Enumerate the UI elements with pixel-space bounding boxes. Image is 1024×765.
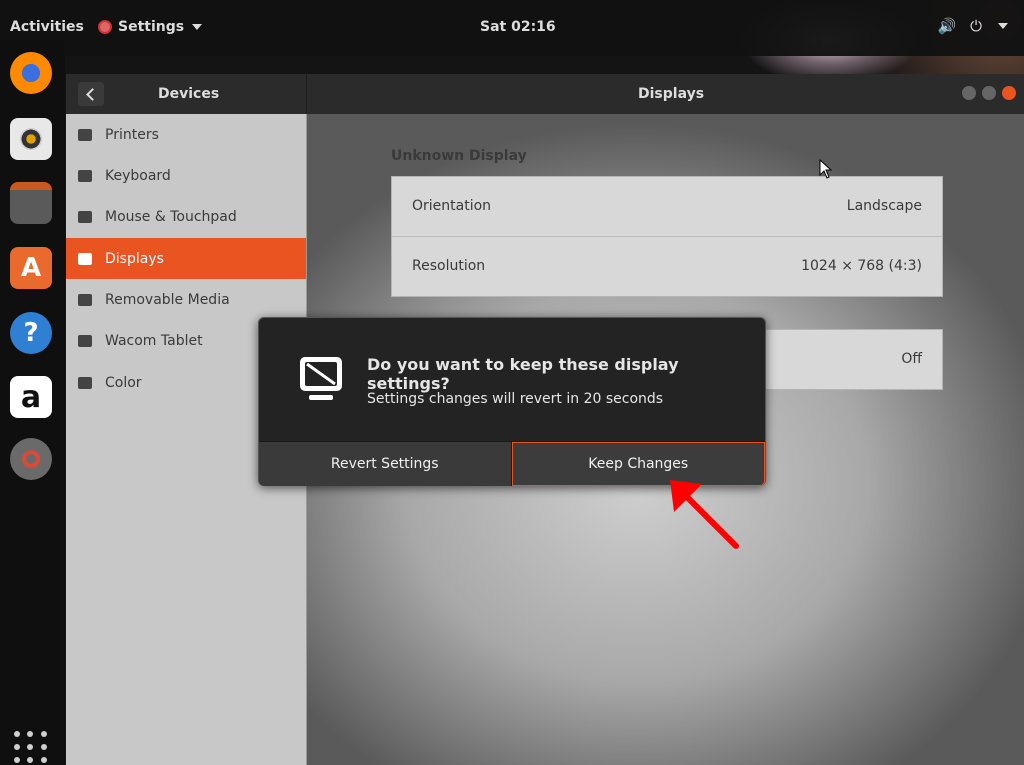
- chevron-left-icon: [86, 87, 99, 101]
- sidebar-item-label: Color: [105, 374, 142, 391]
- keyboard-icon: [78, 169, 92, 182]
- sidebar-title: Devices: [158, 86, 220, 102]
- printer-icon: [78, 128, 92, 141]
- app-menu[interactable]: Settings: [98, 19, 203, 35]
- settings-gear-icon: [98, 20, 112, 34]
- speaker-icon: 🔊: [937, 17, 957, 35]
- sidebar-item-removable-media[interactable]: Removable Media: [66, 279, 306, 320]
- display-settings-list: Orientation Landscape Resolution 1024 × …: [391, 176, 943, 297]
- chevron-down-icon: [998, 23, 1008, 29]
- firefox-icon[interactable]: [10, 52, 52, 94]
- sidebar-item-label: Removable Media: [105, 291, 230, 308]
- usb-icon: [78, 293, 92, 306]
- title-bar: Devices Displays: [66, 74, 1024, 115]
- help-icon[interactable]: ?: [10, 312, 52, 354]
- activities-button[interactable]: Activities: [10, 19, 84, 35]
- system-menu[interactable]: 🔊 ⏻: [937, 17, 1008, 35]
- sidebar-item-mouse-touchpad[interactable]: Mouse & Touchpad: [66, 196, 306, 237]
- amazon-icon[interactable]: a: [10, 376, 52, 418]
- sidebar-item-keyboard[interactable]: Keyboard: [66, 155, 306, 196]
- mouse-cursor-icon: [819, 159, 833, 179]
- sidebar-item-label: Keyboard: [105, 167, 171, 184]
- sidebar-item-printers[interactable]: Printers: [66, 114, 306, 155]
- sidebar-item-label: Displays: [105, 250, 164, 267]
- keep-settings-dialog: Do you want to keep these display settin…: [258, 317, 766, 486]
- color-icon: [78, 376, 92, 389]
- top-bar: Activities Settings Sat 02:16 🔊 ⏻: [0, 0, 1024, 56]
- sidebar-item-label: Printers: [105, 126, 159, 143]
- row-value: 1024 × 768 (4:3): [801, 258, 922, 274]
- display-name-heading: Unknown Display: [391, 148, 527, 164]
- night-light-value: Off: [901, 351, 922, 367]
- settings-icon[interactable]: [10, 438, 52, 480]
- app-menu-label: Settings: [118, 19, 185, 35]
- sidebar-item-displays[interactable]: Displays: [66, 238, 306, 279]
- row-value: Landscape: [846, 198, 922, 214]
- page-title: Displays: [638, 86, 705, 102]
- clock[interactable]: Sat 02:16: [480, 19, 556, 35]
- tablet-icon: [78, 334, 92, 347]
- resolution-row[interactable]: Resolution 1024 × 768 (4:3): [392, 237, 942, 296]
- back-button[interactable]: [78, 82, 104, 106]
- close-button[interactable]: [1002, 86, 1016, 100]
- show-applications-icon[interactable]: [14, 730, 48, 764]
- row-label: Resolution: [412, 258, 486, 274]
- window-controls: [962, 86, 1016, 100]
- title-divider: [306, 74, 307, 114]
- maximize-button[interactable]: [982, 86, 996, 100]
- display-settings-icon: [300, 357, 342, 400]
- annotation-arrow-icon: [670, 480, 739, 549]
- orientation-row[interactable]: Orientation Landscape: [392, 177, 942, 237]
- software-center-icon[interactable]: A: [10, 247, 52, 289]
- sidebar-item-label: Mouse & Touchpad: [105, 208, 237, 225]
- dock: A ? a: [0, 40, 65, 765]
- display-icon: [78, 252, 92, 265]
- rhythmbox-icon[interactable]: [10, 118, 52, 160]
- revert-settings-button[interactable]: Revert Settings: [259, 442, 512, 486]
- chevron-down-icon: [192, 24, 203, 30]
- power-icon: ⏻: [970, 17, 982, 35]
- minimize-button[interactable]: [962, 86, 976, 100]
- row-label: Orientation: [412, 198, 492, 214]
- sidebar-item-label: Wacom Tablet: [105, 332, 203, 349]
- dialog-title: Do you want to keep these display settin…: [367, 355, 679, 393]
- dialog-countdown-text: Settings changes will revert in 20 secon…: [367, 391, 664, 407]
- mouse-icon: [78, 210, 92, 223]
- files-icon[interactable]: [10, 182, 52, 224]
